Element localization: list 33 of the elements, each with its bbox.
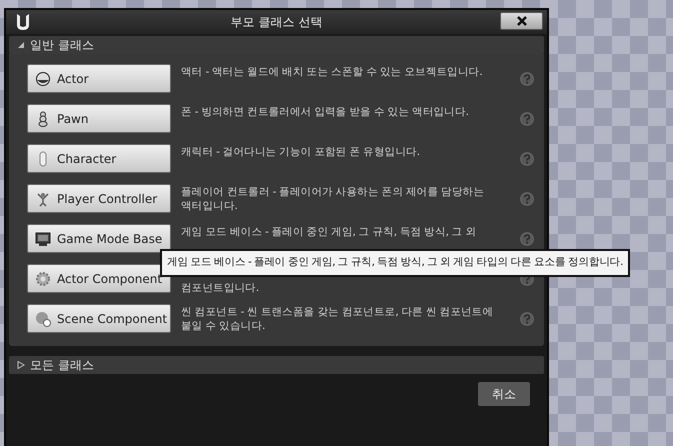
- class-button[interactable]: Character: [27, 144, 171, 173]
- class-button[interactable]: Scene Component: [27, 304, 171, 333]
- cancel-button[interactable]: 취소: [478, 382, 530, 406]
- close-button[interactable]: [500, 12, 543, 30]
- class-description: 컴포넌트입니다.: [181, 281, 260, 295]
- class-description: 씬 컴포넌트 - 씬 트랜스폼을 갖는 컴포넌트로, 다른 씬 컴포넌트에: [181, 305, 494, 319]
- sphere-icon: [35, 70, 51, 86]
- class-description: 붙일 수 있습니다.: [181, 319, 266, 333]
- class-button[interactable]: Actor Component: [27, 264, 171, 293]
- class-button[interactable]: Player Controller: [27, 184, 171, 213]
- class-description: 폰 - 빙의하면 컨트롤러에서 입력을 받을 수 있는 액터입니다.: [181, 105, 470, 119]
- monitor-icon: [35, 230, 51, 246]
- class-description: 액터입니다.: [181, 199, 239, 213]
- gear-icon: [35, 270, 51, 286]
- section-header[interactable]: 일반 클래스: [9, 36, 544, 54]
- class-description: 플레이어 컨트롤러 - 플레이어가 사용하는 폰의 제어를 담당하는: [181, 185, 485, 199]
- tooltip: 게임 모드 베이스 - 플레이 중인 게임, 그 규칙, 득점 방식, 그 외 게임 타입의 다른 요소를 정의합니다.: [160, 249, 630, 277]
- class-description: 게임 모드 베이스 - 플레이 중인 게임, 그 규칙, 득점 방식, 그 외: [181, 225, 478, 239]
- class-description: 액터 - 액터는 월드에 배치 또는 스폰할 수 있는 오브젝트입니다.: [181, 65, 484, 79]
- collapse-icon: [17, 41, 25, 49]
- expand-icon: [17, 361, 25, 369]
- section-title: 모든 클래스: [30, 357, 94, 374]
- figure-icon: [35, 190, 51, 206]
- window-title: 부모 클래스 선택: [230, 14, 322, 31]
- class-button[interactable]: Pawn: [27, 104, 171, 133]
- class-button[interactable]: Actor: [27, 64, 171, 93]
- sphere-icon: [35, 310, 51, 326]
- section-header[interactable]: 모든 클래스: [9, 356, 544, 374]
- class-description: 캐릭터 - 걸어다니는 기능이 포함된 폰 유형입니다.: [181, 145, 421, 159]
- close-icon: [516, 16, 528, 26]
- section-title: 일반 클래스: [30, 37, 94, 54]
- class-button[interactable]: Game Mode Base: [27, 224, 171, 253]
- logo-icon: [14, 12, 32, 32]
